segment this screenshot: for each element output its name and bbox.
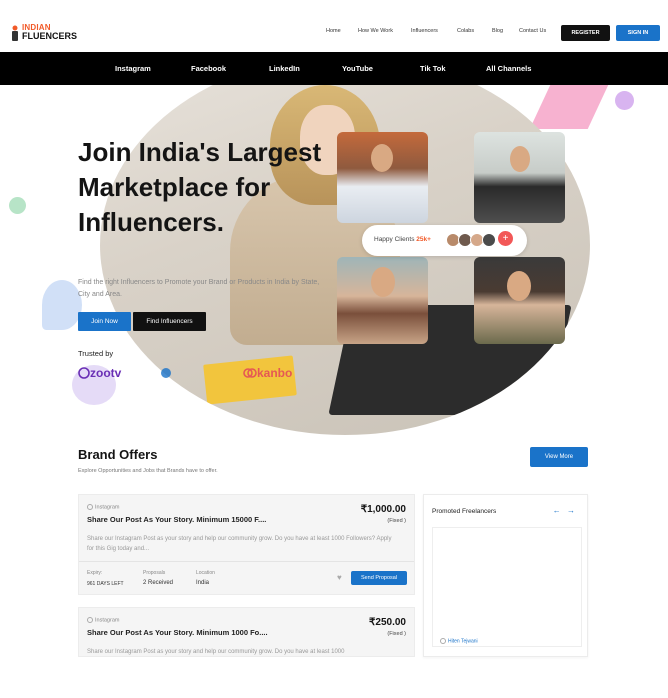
heart-icon[interactable]: ♥ bbox=[337, 573, 342, 582]
avatar bbox=[482, 233, 496, 247]
offer-price: ₹1,000.00 bbox=[360, 504, 406, 515]
offer-description: Share our Instagram Post as your story a… bbox=[87, 649, 345, 655]
register-button[interactable]: REGISTER bbox=[561, 25, 610, 41]
influencer-face bbox=[371, 144, 393, 172]
channel-youtube[interactable]: YouTube bbox=[342, 64, 373, 73]
channel-instagram[interactable]: Instagram bbox=[115, 64, 151, 73]
signin-button[interactable]: SIGN IN bbox=[616, 25, 660, 41]
freelancer-name-text[interactable]: Hiten Tejwani bbox=[448, 638, 478, 644]
instagram-icon bbox=[87, 617, 93, 623]
decorative-dot bbox=[9, 197, 26, 214]
promoted-freelancers-title: Promoted Freelancers bbox=[432, 508, 497, 515]
nav-how-we-work[interactable]: How We Work bbox=[358, 28, 393, 34]
find-influencers-button[interactable]: Find Influencers bbox=[133, 312, 206, 331]
influencer-face bbox=[507, 271, 531, 301]
channel-bar: Instagram Facebook LinkedIn YouTube Tik … bbox=[0, 52, 668, 85]
influencer-photo bbox=[474, 257, 565, 344]
influencer-photo bbox=[337, 132, 428, 223]
view-more-button[interactable]: View More bbox=[530, 447, 588, 467]
nav-colabs[interactable]: Colabs bbox=[457, 28, 474, 34]
brand-offers-subtitle: Explore Opportunities and Jobs that Bran… bbox=[78, 468, 218, 474]
site-logo[interactable]: INDIAN FLUENCERS bbox=[10, 23, 77, 43]
influencer-face bbox=[510, 146, 530, 172]
divider bbox=[79, 561, 414, 562]
brand-logo-zootv: zootv bbox=[78, 366, 121, 380]
decorative-dot bbox=[615, 91, 634, 110]
brand-offers-title: Brand Offers bbox=[78, 447, 158, 462]
kanbo-text: kanbo bbox=[257, 366, 293, 380]
offer-platform: Instagram bbox=[87, 617, 119, 623]
offer-platform-label: Instagram bbox=[95, 617, 120, 624]
hero-subtitle: Find the right Influencers to Promote yo… bbox=[78, 279, 320, 298]
offer-title[interactable]: Share Our Post As Your Story. Minimum 10… bbox=[87, 628, 268, 637]
send-proposal-button[interactable]: Send Proposal bbox=[351, 571, 407, 585]
zootv-text: zootv bbox=[90, 366, 122, 380]
hero-notebook bbox=[203, 355, 297, 405]
freelancer-card[interactable] bbox=[432, 527, 582, 647]
channel-tiktok[interactable]: Tik Tok bbox=[420, 64, 446, 73]
happy-clients-text: Happy Clients bbox=[374, 236, 415, 243]
location-label: Location bbox=[196, 570, 215, 576]
offer-title[interactable]: Share Our Post As Your Story. Minimum 15… bbox=[87, 515, 266, 524]
channel-all[interactable]: All Channels bbox=[486, 64, 531, 73]
site-header: INDIAN FLUENCERS Home How We Work Influe… bbox=[0, 0, 668, 51]
hero-section: Join India's Largest Marketplace for Inf… bbox=[0, 85, 668, 440]
join-now-button[interactable]: Join Now bbox=[78, 312, 131, 331]
zootv-icon bbox=[78, 367, 90, 379]
offer-card[interactable]: Instagram Share Our Post As Your Story. … bbox=[78, 494, 415, 595]
carousel-arrows-icon[interactable]: ← → bbox=[553, 506, 577, 515]
promoted-freelancers-panel: Promoted Freelancers ← → Hiten Tejwani bbox=[423, 494, 588, 657]
influencer-photo bbox=[474, 132, 565, 223]
offer-platform: Instagram bbox=[87, 504, 119, 510]
partner-icon bbox=[161, 368, 171, 378]
nav-blog[interactable]: Blog bbox=[492, 28, 503, 34]
kanbo-icon bbox=[243, 368, 257, 378]
channel-facebook[interactable]: Facebook bbox=[191, 64, 226, 73]
plus-icon: + bbox=[498, 231, 513, 246]
freelancer-icon bbox=[440, 638, 446, 644]
logo-text-fluencers: FLUENCERS bbox=[22, 31, 78, 41]
proposals-label: Proposals bbox=[143, 570, 166, 576]
offer-card[interactable]: Instagram Share Our Post As Your Story. … bbox=[78, 607, 415, 657]
channel-linkedin[interactable]: LinkedIn bbox=[269, 64, 300, 73]
happy-clients-count: 25k+ bbox=[416, 236, 431, 243]
nav-influencers[interactable]: Influencers bbox=[411, 28, 438, 34]
freelancer-name[interactable]: Hiten Tejwani bbox=[440, 638, 478, 644]
offer-description: Share our Instagram Post as your story a… bbox=[87, 536, 392, 552]
offer-price-type: (Fixed ) bbox=[387, 518, 406, 524]
offer-price-type: (Fixed ) bbox=[387, 631, 406, 637]
logo-figure-icon bbox=[12, 25, 18, 41]
nav-home[interactable]: Home bbox=[326, 28, 341, 34]
expiry-label: Expiry: bbox=[87, 570, 103, 576]
nav-contact-us[interactable]: Contact Us bbox=[519, 28, 546, 34]
proposals-value: 2 Received bbox=[143, 580, 174, 586]
brand-logo-partner bbox=[160, 366, 172, 380]
decorative-blob bbox=[42, 280, 82, 330]
instagram-icon bbox=[87, 504, 93, 510]
influencer-face bbox=[371, 267, 395, 297]
decorative-shape bbox=[529, 85, 609, 129]
offer-platform-label: Instagram bbox=[95, 504, 120, 511]
offer-price: ₹250.00 bbox=[369, 617, 406, 628]
trusted-by-label: Trusted by bbox=[78, 349, 114, 358]
expiry-value: 961 DAYS LEFT bbox=[87, 581, 124, 587]
happy-clients-label: Happy Clients 25k+ bbox=[374, 236, 431, 243]
influencer-photo bbox=[337, 257, 428, 344]
brand-logo-kanbo: kanbo bbox=[243, 366, 292, 380]
location-value: India bbox=[196, 580, 210, 586]
hero-title: Join India's Largest Marketplace for Inf… bbox=[78, 137, 322, 237]
